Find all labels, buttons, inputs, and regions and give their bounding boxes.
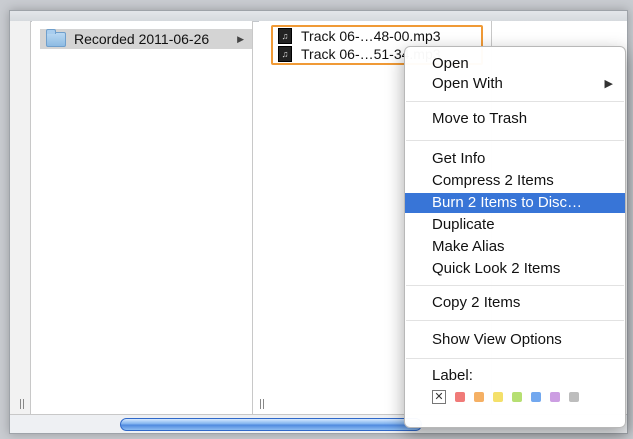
menu-item-show-view-options[interactable]: Show View Options [405,330,625,350]
file-item[interactable]: ♫ Track 06-…48-00.mp3 [278,27,441,45]
label-swatch-yellow[interactable] [493,392,503,402]
folder-label: Recorded 2011-06-26 [74,31,210,47]
menu-item-label: Show View Options [432,331,562,348]
menu-item-open[interactable]: Open [405,54,625,74]
folder-item[interactable]: Recorded 2011-06-26 ▶ [40,28,252,49]
menu-separator [406,320,624,321]
scrollbar-thumb[interactable] [120,418,422,431]
menu-item-label: Open [432,55,469,72]
no-label-icon[interactable]: ✕ [432,390,446,404]
context-menu: Open Open With ▶ Move to Trash Get Info C… [404,46,626,428]
menu-item-label: Get Info [432,150,486,167]
label-swatch-orange[interactable] [474,392,484,402]
menu-item-label: Move to Trash [432,110,528,127]
column-pane-1 [10,21,31,415]
menu-item-label: Burn 2 Items to Disc… [432,194,583,211]
menu-item-label: Open With [432,75,503,92]
folder-icon [46,28,66,47]
label-swatch-blue[interactable] [531,392,541,402]
label-color-picker: ✕ [432,390,588,404]
menu-separator [406,140,624,141]
menu-separator [406,285,624,286]
file-name: Track 06-…48-00.mp3 [301,28,441,44]
label-swatch-gray[interactable] [569,392,579,402]
menu-item-move-to-trash[interactable]: Move to Trash [405,109,625,129]
audio-file-icon: ♫ [278,28,292,44]
label-swatch-green[interactable] [512,392,522,402]
menu-item-label: Copy 2 Items [432,294,521,311]
label-heading: Label: [432,367,473,384]
menu-item-compress[interactable]: Compress 2 Items [405,171,625,191]
menu-separator [406,358,624,359]
menu-item-label: Quick Look 2 Items [432,260,561,277]
menu-item-label: Compress 2 Items [432,172,554,189]
label-swatch-red[interactable] [455,392,465,402]
menu-item-open-with[interactable]: Open With ▶ [405,74,625,94]
menu-item-quick-look[interactable]: Quick Look 2 Items [405,259,625,279]
menu-item-burn-to-disc[interactable]: Burn 2 Items to Disc… [405,193,625,213]
column-resize-handle[interactable] [20,399,24,409]
column-pane-2: Recorded 2011-06-26 ▶ [32,21,253,415]
menu-item-label: Duplicate [432,216,495,233]
menu-separator [406,101,624,102]
menu-item-make-alias[interactable]: Make Alias [405,237,625,257]
menu-item-label: Make Alias [432,238,505,255]
audio-file-icon: ♫ [278,46,292,62]
submenu-arrow-icon: ▶ [604,78,613,90]
label-swatch-purple[interactable] [550,392,560,402]
menu-item-duplicate[interactable]: Duplicate [405,215,625,235]
disclosure-arrow-icon: ▶ [237,33,244,44]
menu-item-get-info[interactable]: Get Info [405,149,625,169]
column-resize-handle[interactable] [260,399,264,409]
menu-item-copy[interactable]: Copy 2 Items [405,293,625,313]
